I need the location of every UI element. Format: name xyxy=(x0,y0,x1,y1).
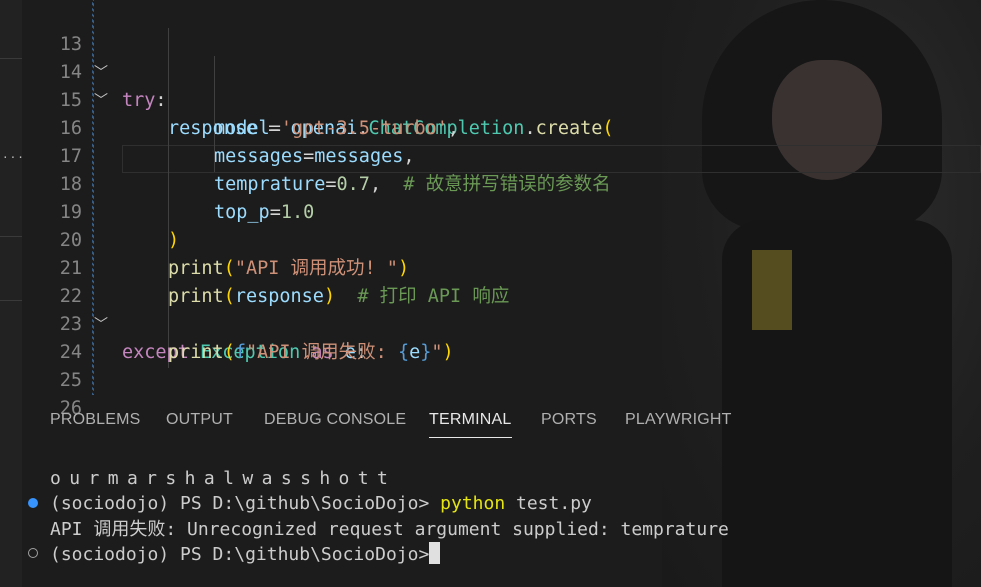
divider xyxy=(0,236,22,237)
divider xyxy=(0,300,22,301)
command-pending-decoration-icon[interactable] xyxy=(28,548,38,558)
divider xyxy=(0,58,22,59)
code-line[interactable]: 21 print(response) # 打印 API 响应 xyxy=(22,227,981,307)
code-line[interactable]: 15 model='gpt-3.5-turbo', xyxy=(22,59,981,139)
code-line[interactable]: 16 messages=messages, xyxy=(22,87,981,167)
terminal-line: ourmarshalwasshott xyxy=(50,468,397,489)
code-editor[interactable]: 13 ﹀ try: 14 ﹀ response = openai.ChatCom… xyxy=(22,0,981,419)
code-line[interactable]: 14 ﹀ response = openai.ChatCompletion.cr… xyxy=(22,31,981,139)
command-success-decoration-icon[interactable] xyxy=(28,498,38,508)
terminal-output[interactable]: ourmarshalwasshott (sociodojo) PS D:\git… xyxy=(22,460,981,587)
code-line[interactable]: 17 temprature=0.7, # 故意拼写错误的参数名 xyxy=(22,115,981,195)
tab-output[interactable]: OUTPUT xyxy=(166,411,233,429)
tab-terminal[interactable]: TERMINAL xyxy=(429,411,512,438)
tab-playwright[interactable]: PLAYWRIGHT xyxy=(625,411,732,429)
tab-problems[interactable]: PROBLEMS xyxy=(50,411,141,429)
panel-tab-bar: PROBLEMS OUTPUT DEBUG CONSOLE TERMINAL P… xyxy=(22,395,981,445)
tab-debug-console[interactable]: DEBUG CONSOLE xyxy=(264,411,406,429)
activity-strip: ... xyxy=(0,0,24,587)
code-line[interactable]: 19 ) xyxy=(22,171,981,251)
terminal-error-line: API 调用失败: Unrecognized request argument … xyxy=(50,519,729,540)
code-line[interactable]: 22 ﹀ except Exception as e: xyxy=(22,255,981,363)
code-line[interactable]: 25 xyxy=(22,339,981,391)
terminal-cursor xyxy=(429,542,441,564)
terminal-line: (sociodojo) PS D:\github\SocioDojo> pyth… xyxy=(50,493,592,514)
code-line[interactable]: 18 top_p=1.0 xyxy=(22,143,981,223)
tab-ports[interactable]: PORTS xyxy=(541,411,597,429)
terminal-prompt-line[interactable]: (sociodojo) PS D:\github\SocioDojo> xyxy=(50,542,441,567)
code-line[interactable]: 20 print("API 调用成功! ") xyxy=(22,199,981,279)
code-line[interactable]: 26 xyxy=(22,367,981,419)
code-line[interactable]: 24 xyxy=(22,311,981,363)
code-line[interactable]: 23 print(f"API 调用失败: {e}") xyxy=(22,283,981,363)
code-line[interactable]: 13 ﹀ try: xyxy=(22,3,981,111)
